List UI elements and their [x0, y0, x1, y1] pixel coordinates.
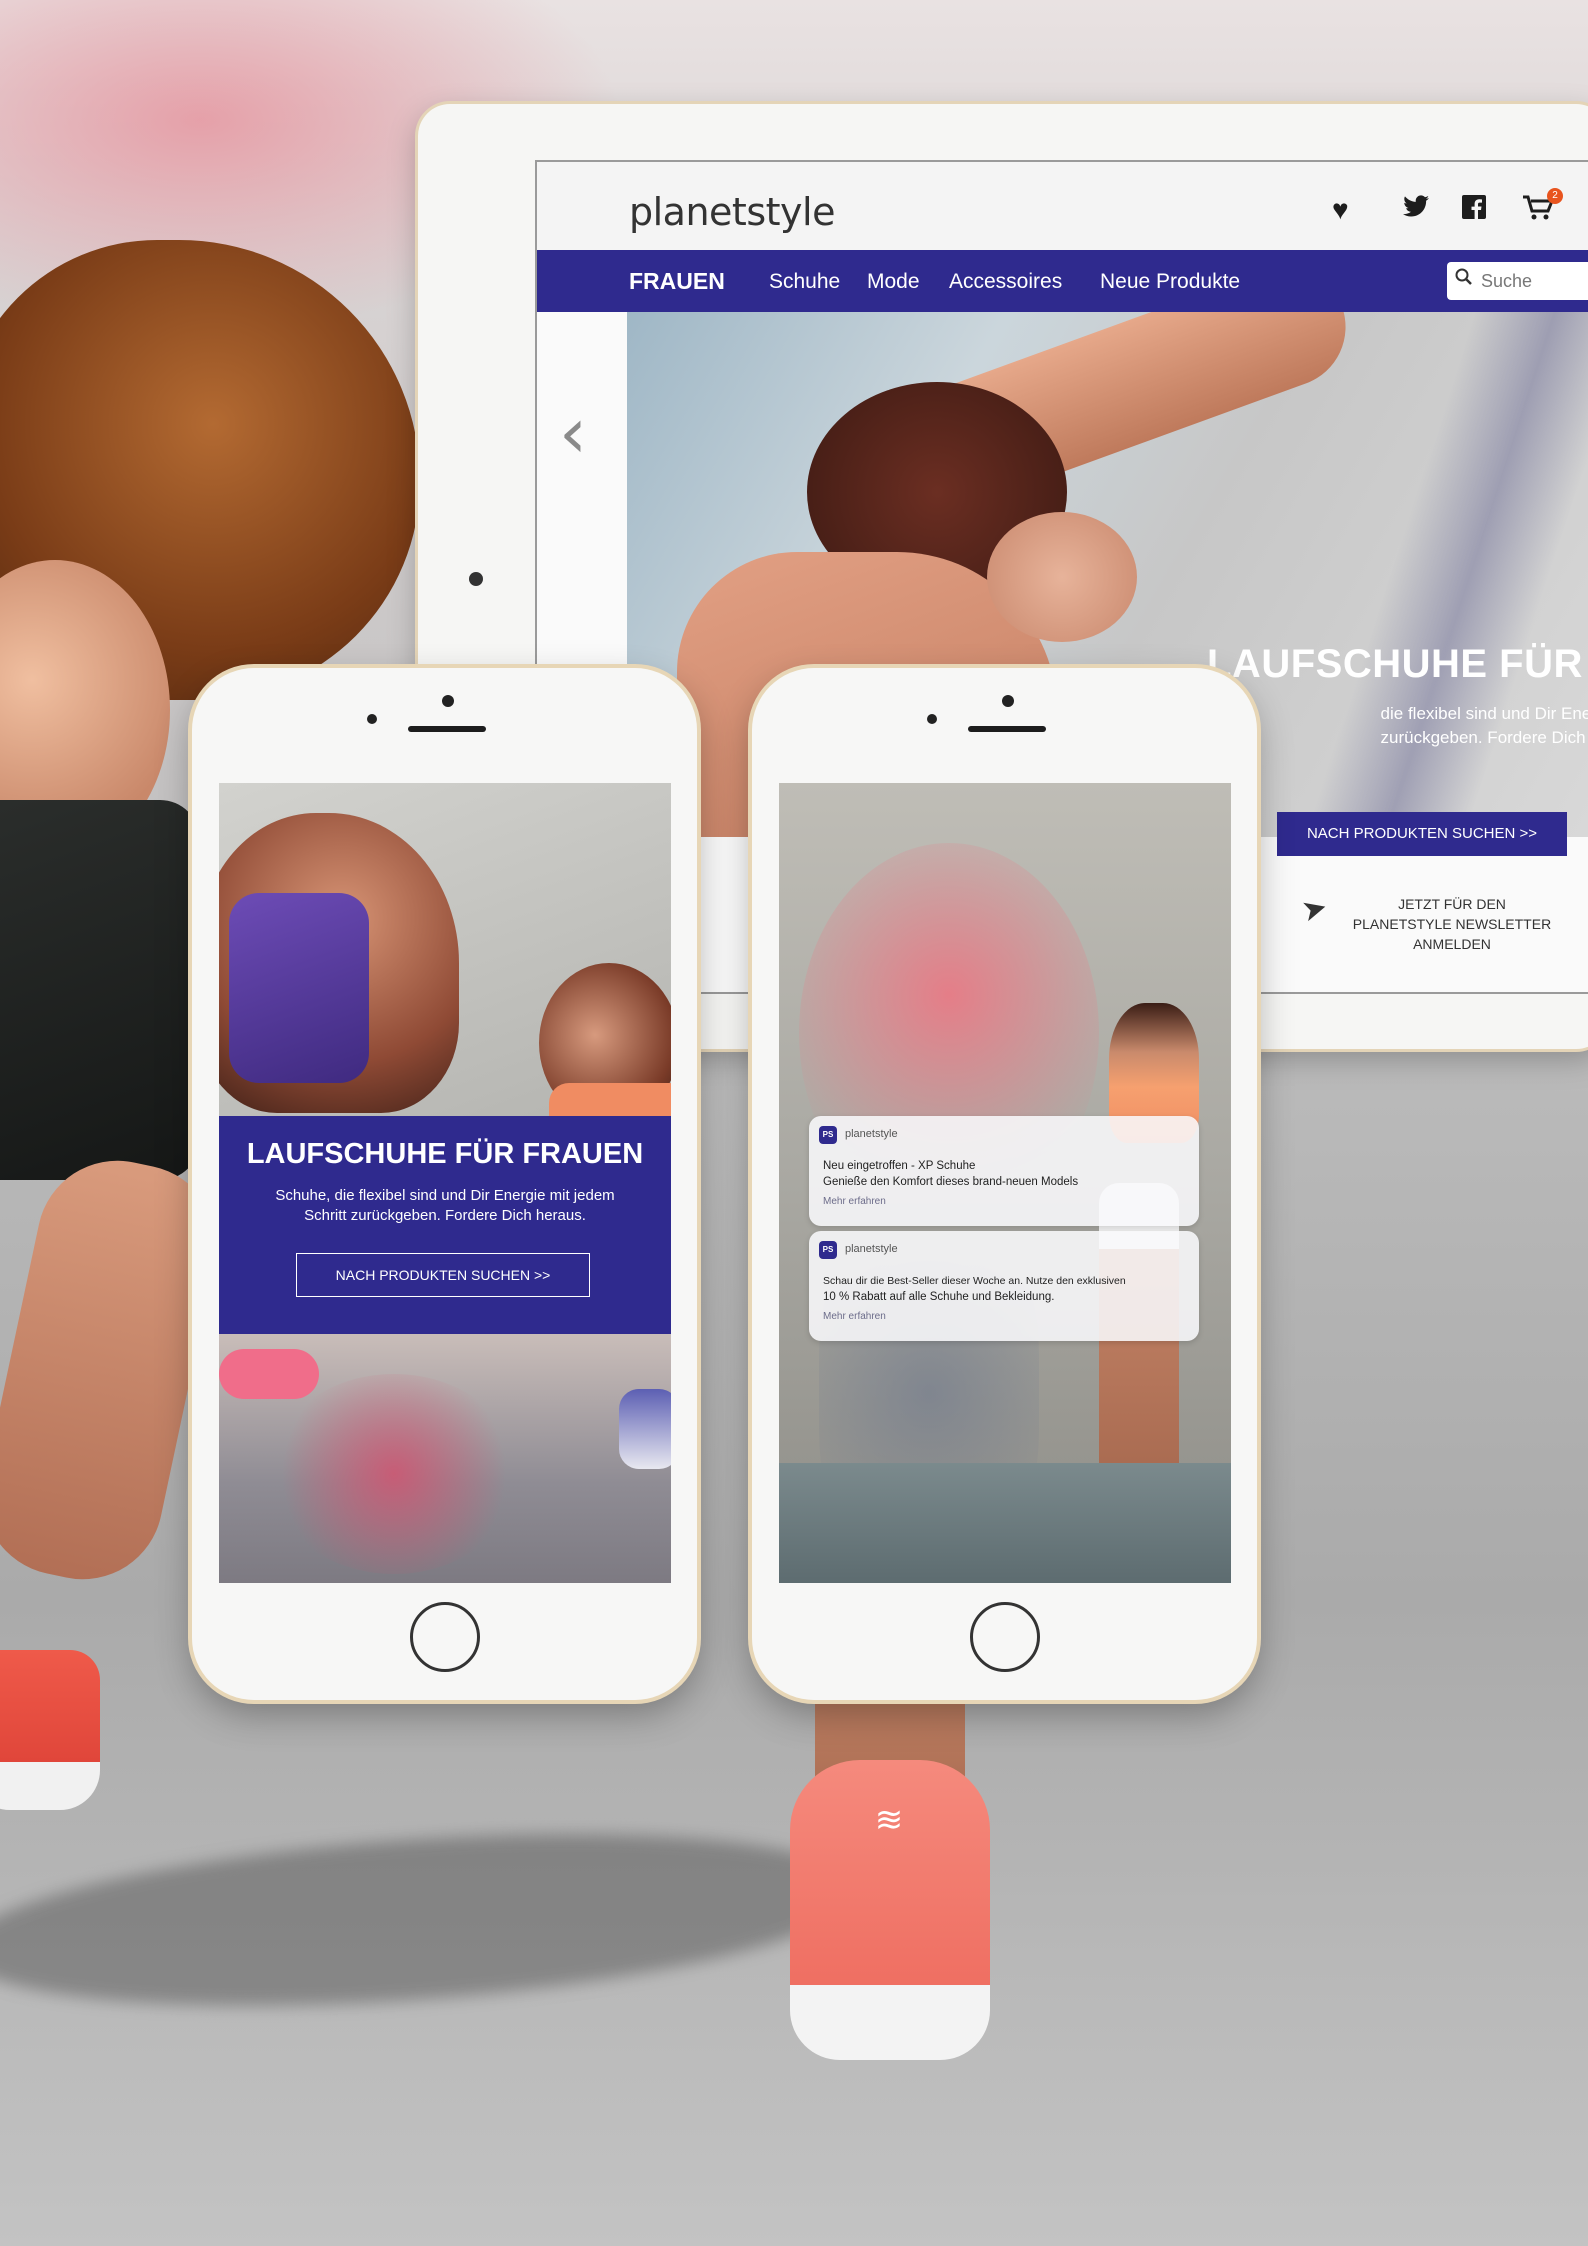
hero-text: die flexibel sind und Dir Energie mit zu… — [1267, 702, 1588, 750]
promo-text-line: Schritt zurückgeben. Fordere Dich heraus… — [304, 1207, 586, 1224]
home-button[interactable] — [969, 1602, 1040, 1672]
search-products-button[interactable]: NACH PRODUKTEN SUCHEN >> — [296, 1253, 590, 1297]
push-notification[interactable]: PS planetstyle Schau dir die Best-Seller… — [809, 1231, 1199, 1341]
promo-title: LAUFSCHUHE FÜR FRAUEN — [246, 1138, 644, 1170]
notification-more-link[interactable]: Mehr erfahren — [823, 1196, 886, 1207]
tablet-camera — [469, 572, 483, 586]
site-logo[interactable]: planetstyle — [629, 190, 835, 234]
notification-app-name: planetstyle — [845, 1243, 898, 1255]
promo-text-line: Schuhe, die flexibel sind und Dir Energi… — [275, 1187, 615, 1204]
phone-screen-right: PS planetstyle Neu eingetroffen - XP Sch… — [779, 783, 1231, 1583]
notification-text: 10 % Rabatt auf alle Schuhe und Bekleidu… — [823, 1291, 1055, 1303]
phone-speaker — [968, 726, 1046, 732]
promo-text: Schuhe, die flexibel sind und Dir Energi… — [239, 1186, 651, 1226]
hero-wall — [1304, 312, 1588, 837]
shoe-laces: ≋ — [874, 1801, 906, 1839]
phone-speaker — [408, 726, 486, 732]
background-shoe-left — [0, 1650, 100, 1810]
push-notification[interactable]: PS planetstyle Neu eingetroffen - XP Sch… — [809, 1116, 1199, 1226]
hero-text-line: zurückgeben. Fordere Dich heraus. — [1380, 728, 1588, 747]
search-icon — [1455, 268, 1473, 292]
hero-title: LAUFSCHUHE FÜR FRAUEN — [1207, 642, 1588, 686]
notification-app-name: planetstyle — [845, 1128, 898, 1140]
newsletter-line: PLANETSTYLE NEWSLETTER — [1352, 916, 1552, 932]
hero-text-line: die flexibel sind und Dir Energie mit — [1380, 704, 1588, 723]
twitter-icon[interactable] — [1402, 194, 1430, 226]
home-button[interactable] — [409, 1602, 480, 1672]
phone-device-right: PS planetstyle Neu eingetroffen - XP Sch… — [752, 668, 1257, 1700]
nav-item-neue-produkte[interactable]: Neue Produkte — [1100, 270, 1240, 294]
chevron-left-icon[interactable]: ‹ — [559, 392, 587, 474]
paper-plane-icon: ➤ — [1298, 890, 1331, 929]
phone-sensor — [927, 714, 937, 724]
promo-photo-bottom — [219, 1334, 671, 1583]
hero-athlete-face — [987, 512, 1137, 642]
cart-count-badge: 2 — [1547, 188, 1563, 204]
app-icon: PS — [819, 1241, 837, 1259]
background-athlete-top — [0, 800, 200, 1180]
photo-street — [779, 1463, 1231, 1583]
background-shadow — [0, 1808, 865, 2032]
facebook-icon[interactable] — [1462, 194, 1486, 226]
notification-more-link[interactable]: Mehr erfahren — [823, 1311, 886, 1322]
phone-device-left: LAUFSCHUHE FÜR FRAUEN Schuhe, die flexib… — [192, 668, 697, 1700]
newsletter-line: JETZT FÜR DEN — [1398, 896, 1506, 912]
site-header: planetstyle ♥ 2 — [537, 162, 1588, 250]
search-placeholder: Suche — [1481, 271, 1533, 291]
nav-item-accessoires[interactable]: Accessoires — [949, 270, 1062, 294]
heart-icon[interactable]: ♥ — [1332, 194, 1349, 226]
phone-sensor — [367, 714, 377, 724]
phone-camera — [442, 695, 454, 707]
notification-text: Genieße den Komfort dieses brand-neuen M… — [823, 1176, 1079, 1188]
newsletter-line: ANMELDEN — [1413, 936, 1491, 952]
photo-shoe-blue — [619, 1389, 671, 1469]
nav-item-mode[interactable]: Mode — [867, 270, 920, 294]
phone-camera — [1002, 695, 1014, 707]
background-shoe-right: ≋ — [790, 1760, 990, 2060]
notification-text: Schau dir die Best-Seller dieser Woche a… — [823, 1275, 1126, 1287]
promo-panel: LAUFSCHUHE FÜR FRAUEN Schuhe, die flexib… — [219, 1116, 671, 1334]
photo-shoe-pink — [219, 1349, 319, 1399]
nav-item-frauen[interactable]: FRAUEN — [629, 268, 725, 295]
notification-text: Neu eingetroffen - XP Schuhe — [823, 1160, 976, 1172]
phone-screen-left: LAUFSCHUHE FÜR FRAUEN Schuhe, die flexib… — [219, 783, 671, 1583]
nav-item-schuhe[interactable]: Schuhe — [769, 270, 840, 294]
photo-motion-blur — [269, 1374, 519, 1574]
app-icon: PS — [819, 1126, 837, 1144]
photo-athlete-1-top — [229, 893, 369, 1083]
search-input[interactable]: Suche — [1447, 262, 1588, 300]
newsletter-signup-link[interactable]: JETZT FÜR DEN PLANETSTYLE NEWSLETTER ANM… — [1337, 894, 1567, 954]
main-navigation: FRAUEN Schuhe Mode Accessoires Neue Prod… — [537, 250, 1588, 312]
search-products-button[interactable]: NACH PRODUKTEN SUCHEN >> — [1277, 812, 1567, 856]
